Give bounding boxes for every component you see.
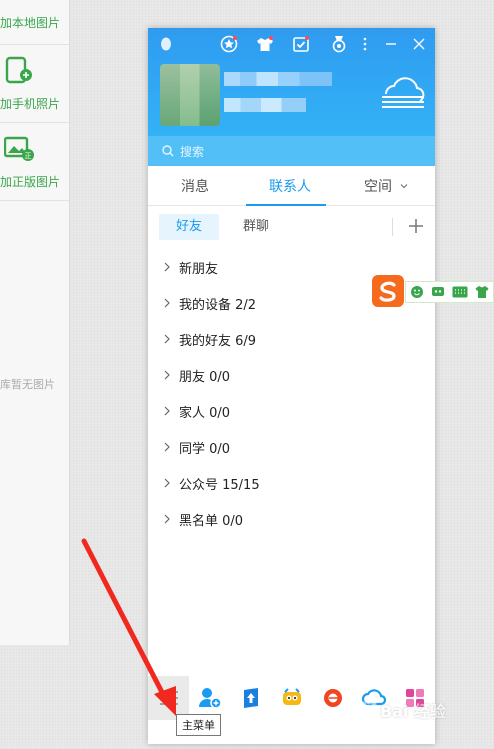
- tab-contacts[interactable]: 联系人: [269, 176, 311, 196]
- chevron-right-icon: [164, 370, 170, 380]
- keyboard-icon[interactable]: [452, 286, 468, 298]
- group-row-family[interactable]: 家人 0/0: [148, 393, 435, 429]
- chevron-right-icon: [164, 406, 170, 416]
- chevron-right-icon: [164, 334, 170, 344]
- group-label: 我的好友 6/9: [179, 333, 257, 349]
- skin-shirt-icon[interactable]: [475, 285, 489, 299]
- image-library-panel: 加本地图片 加手机照片 正 加正版图片 库暂无图片: [0, 0, 70, 645]
- main-menu-icon: [159, 691, 178, 705]
- qq-main-window: 搜索 消息 联系人 空间 好友 群聊 新朋友 我的设备 2/2 我的好友 6/9: [148, 28, 435, 744]
- nickname-blurred[interactable]: [224, 72, 332, 86]
- add-phone-photo-label: 加手机照片: [0, 97, 61, 111]
- main-tabs: 消息 联系人 空间: [148, 166, 435, 206]
- group-row-my-friends[interactable]: 我的好友 6/9: [148, 321, 435, 357]
- group-label: 公众号 15/15: [179, 477, 260, 493]
- upload-icon: [243, 688, 258, 708]
- contact-subtabs: 好友 群聊: [148, 206, 435, 250]
- search-bar[interactable]: 搜索: [148, 136, 435, 166]
- subtab-divider: [392, 218, 393, 236]
- game-icon: [282, 688, 301, 705]
- title-bar: [148, 34, 435, 58]
- qq-penguin-icon[interactable]: [156, 34, 176, 54]
- add-licensed-image-label: 加正版图片: [0, 175, 61, 189]
- sogou-logo-icon[interactable]: [372, 275, 404, 307]
- add-phone-photo-item[interactable]: 加手机照片: [0, 45, 69, 123]
- tab-qzone[interactable]: 空间: [364, 176, 409, 196]
- search-icon: [162, 145, 174, 157]
- chevron-right-icon: [164, 514, 170, 524]
- chevron-down-icon: [401, 184, 408, 189]
- avatar[interactable]: [160, 64, 220, 126]
- watermark-text: Bai 经验: [380, 702, 447, 721]
- main-menu-tooltip: 主菜单: [176, 714, 221, 736]
- empty-library-text: 库暂无图片: [0, 378, 55, 391]
- profile-header: [148, 28, 435, 136]
- ime-tool-bar: [405, 281, 494, 303]
- skin-shirt-icon[interactable]: [255, 34, 275, 54]
- group-label: 同学 0/0: [179, 441, 231, 457]
- licensed-image-icon: 正: [4, 136, 34, 161]
- upload-button[interactable]: [230, 676, 271, 720]
- browser-icon: [323, 689, 342, 707]
- emoji-icon[interactable]: [410, 285, 424, 299]
- close-icon[interactable]: [409, 34, 429, 54]
- minimize-icon[interactable]: [381, 34, 401, 54]
- add-friend-icon: [198, 688, 222, 709]
- chevron-right-icon: [164, 298, 170, 308]
- add-licensed-image-item[interactable]: 正 加正版图片: [0, 123, 69, 201]
- group-label: 新朋友: [179, 261, 219, 277]
- more-menu-icon[interactable]: [355, 34, 375, 54]
- group-label: 黑名单 0/0: [179, 513, 244, 529]
- medal-icon[interactable]: [329, 34, 349, 54]
- calendar-check-icon[interactable]: [291, 34, 311, 54]
- tab-qzone-label: 空间: [364, 179, 392, 195]
- weather-cloud-icon[interactable]: [378, 72, 428, 112]
- plus-icon: [409, 219, 423, 233]
- subtab-friends[interactable]: 好友: [159, 214, 220, 240]
- group-row-classmates[interactable]: 同学 0/0: [148, 429, 435, 465]
- subtab-groups[interactable]: 群聊: [226, 214, 286, 240]
- group-row-blacklist[interactable]: 黑名单 0/0: [148, 501, 435, 537]
- signature-blurred[interactable]: [224, 98, 306, 112]
- group-label: 我的设备 2/2: [179, 297, 257, 313]
- phone-photo-icon: [5, 56, 32, 84]
- browser-button[interactable]: [312, 676, 353, 720]
- vip-star-icon[interactable]: [219, 34, 239, 54]
- group-label: 朋友 0/0: [179, 369, 231, 385]
- baidu-watermark: Bai 经验: [354, 694, 494, 724]
- baidu-paw-icon: [361, 699, 377, 717]
- search-placeholder: 搜索: [180, 144, 205, 159]
- add-local-image-label: 加本地图片: [0, 16, 61, 30]
- tab-messages[interactable]: 消息: [181, 176, 209, 196]
- game-button[interactable]: [271, 676, 312, 720]
- chevron-right-icon: [164, 442, 170, 452]
- voice-icon[interactable]: [431, 285, 445, 299]
- svg-text:正: 正: [25, 152, 32, 160]
- add-local-image-item[interactable]: 加本地图片: [0, 0, 69, 45]
- group-label: 家人 0/0: [179, 405, 231, 421]
- group-row-friends[interactable]: 朋友 0/0: [148, 357, 435, 393]
- group-row-official-accounts[interactable]: 公众号 15/15: [148, 465, 435, 501]
- ime-toolbar[interactable]: [369, 275, 494, 309]
- chevron-right-icon: [164, 478, 170, 488]
- add-contact-button[interactable]: [404, 214, 428, 238]
- chevron-right-icon: [164, 262, 170, 272]
